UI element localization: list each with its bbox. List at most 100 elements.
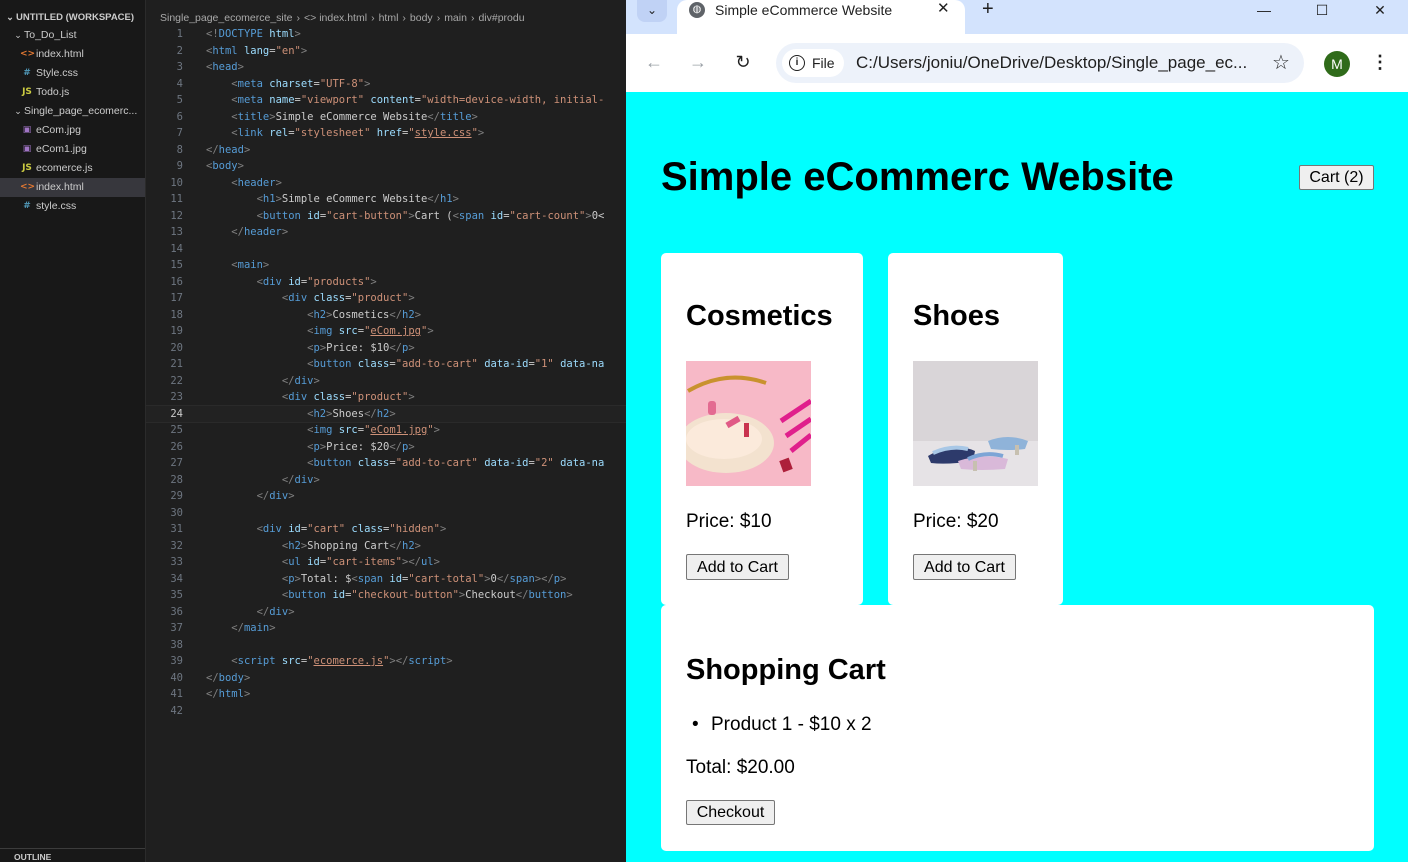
line-number: 28 [170,473,183,486]
file-item[interactable]: <> index.html [0,45,145,64]
breadcrumb-separator: › [470,12,475,24]
star-icon[interactable]: ☆ [1272,51,1290,75]
code-line[interactable]: 19 <img src="eCom.jpg"> [146,323,626,340]
line-number: 1 [176,28,183,40]
reload-icon[interactable]: ↻ [731,51,755,73]
forward-arrow-icon[interactable]: → [686,51,710,73]
code-line[interactable]: 4 <meta charset="UTF-8"> [146,76,626,93]
back-arrow-icon[interactable]: ← [642,51,666,73]
code-line[interactable]: 15 <main> [146,257,626,274]
code-line[interactable]: 6 <title>Simple eCommerce Website</title… [146,109,626,126]
code-line[interactable]: 22 </div> [146,373,626,390]
product-name: Cosmetics [686,300,833,332]
code-line[interactable]: 5 <meta name="viewport" content="width=d… [146,92,626,109]
line-text: <h2>Shoes</h2> [307,407,396,420]
code-line[interactable]: 24 <h2>Shoes</h2> [146,404,626,423]
maximize-button[interactable]: ☐ [1298,0,1346,20]
breadcrumb-item[interactable]: html [379,12,399,24]
code-line[interactable]: 33 <ul id="cart-items"></ul> [146,554,626,571]
code-line[interactable]: 31 <div id="cart" class="hidden"> [146,521,626,538]
more-menu-icon[interactable]: ⋮ [1370,50,1390,74]
cart-total: Total: $20.00 [686,757,795,778]
code-line[interactable]: 1 <!DOCTYPE html> [146,26,626,43]
code-line[interactable]: 16 <div id="products"> [146,274,626,291]
cart-button[interactable]: Cart (2) [1299,165,1374,190]
code-line[interactable]: 28 </div> [146,472,626,489]
code-line[interactable]: 12 <button id="cart-button">Cart (<span … [146,208,626,225]
code-line[interactable]: 39 <script src="ecomerce.js"></script> [146,653,626,670]
avatar[interactable]: M [1324,51,1350,77]
breadcrumb-item[interactable]: Single_page_ecomerce_site [160,12,293,24]
code-line[interactable]: 11 <h1>Simple eCommerc Website</h1> [146,191,626,208]
code-line[interactable]: 26 <p>Price: $20</p> [146,439,626,456]
add-to-cart-button[interactable]: Add to Cart [913,554,1016,580]
line-text: <button id="checkout-button">Checkout</b… [281,589,573,601]
breadcrumb-item[interactable]: body [410,12,433,24]
file-item[interactable]: JS Todo.js [0,83,145,102]
code-line[interactable]: 37 </main> [146,620,626,637]
close-icon[interactable]: ✕ [937,0,950,18]
code-line[interactable]: 27 <button class="add-to-cart" data-id="… [146,455,626,472]
line-text: <main> [231,259,270,271]
code-line[interactable]: 2 <html lang="en"> [146,43,626,60]
code-line[interactable]: 36 </div> [146,604,626,621]
code-line[interactable]: 9 <body> [146,158,626,175]
code-line[interactable]: 32 <h2>Shopping Cart</h2> [146,538,626,555]
line-text: <button class="add-to-cart" data-id="2" … [307,457,605,469]
code-line[interactable]: 17 <div class="product"> [146,290,626,307]
address-bar[interactable]: i File C:/Users/joniu/OneDrive/Desktop/S… [776,43,1304,83]
code-line[interactable]: 3 <head> [146,59,626,76]
line-number: 39 [170,655,183,667]
code-editor[interactable]: Single_page_ecomerce_site › <> index.html ›… [146,0,626,862]
file-item[interactable]: # Style.css [0,64,145,83]
code-line[interactable]: 7 <link rel="stylesheet" href="style.css… [146,125,626,142]
code-line[interactable]: 18 <h2>Cosmetics</h2> [146,307,626,324]
line-number: 30 [170,506,183,519]
line-text: <p>Total: $<span id="cart-total">0</span… [281,572,567,585]
tab-active[interactable]: ◍ Simple eCommerce Website ✕ [677,0,965,34]
minimize-button[interactable]: — [1240,0,1288,20]
breadcrumb-item[interactable]: div#produ [478,12,524,24]
url-text[interactable]: C:/Users/joniu/OneDrive/Desktop/Single_p… [856,53,1268,73]
code-line[interactable]: 25 <img src="eCom1.jpg"> [146,422,626,439]
breadcrumb-item[interactable]: main [444,12,467,24]
file-item[interactable]: JS ecomerce.js [0,159,145,178]
tab-search-button[interactable]: ⌄ [637,0,667,22]
file-item[interactable]: ▣ eCom.jpg [0,121,145,140]
code-line[interactable]: 13 </header> [146,224,626,241]
code-line[interactable]: 30 [146,505,626,522]
outline-section[interactable]: OUTLINE [0,848,145,862]
workspace-header[interactable]: ⌄ UNTITLED (WORKSPACE) [0,8,145,26]
line-number: 34 [170,572,183,585]
line-text: <p>Price: $20</p> [307,440,415,453]
code-line[interactable]: 10 <header> [146,175,626,192]
close-window-button[interactable]: ✕ [1356,0,1404,20]
code-lines[interactable]: 1 <!DOCTYPE html> 2 <html lang="en"> 3 <head>… [146,26,626,719]
code-line[interactable]: 42 [146,703,626,720]
line-text: </main> [231,622,276,634]
code-line[interactable]: 20 <p>Price: $10</p> [146,340,626,357]
cart-items-list: Product 1 - $10 x 2 [692,713,871,737]
code-line[interactable]: 14 [146,241,626,258]
line-number: 24 [170,407,183,420]
code-line[interactable]: 21 <button class="add-to-cart" data-id="… [146,356,626,373]
breadcrumb-item[interactable]: <> index.html [304,12,367,24]
code-line[interactable]: 34 <p>Total: $<span id="cart-total">0</s… [146,571,626,588]
folder-single-page-ecomerce[interactable]: ⌄ Single_page_ecomerc... [0,102,145,121]
file-item[interactable]: # style.css [0,197,145,216]
code-line[interactable]: 40 </body> [146,670,626,687]
add-to-cart-button[interactable]: Add to Cart [686,554,789,580]
code-line[interactable]: 8 </head> [146,142,626,159]
code-line[interactable]: 38 [146,637,626,654]
code-line[interactable]: 23 <div class="product"> [146,389,626,406]
line-text: <button class="add-to-cart" data-id="1" … [307,358,605,370]
site-info-chip[interactable]: i File [782,49,844,77]
file-item[interactable]: ▣ eCom1.jpg [0,140,145,159]
code-line[interactable]: 35 <button id="checkout-button">Checkout… [146,587,626,604]
file-item[interactable]: <> index.html [0,178,145,197]
checkout-button[interactable]: Checkout [686,800,775,825]
new-tab-button[interactable]: + [982,0,994,20]
code-line[interactable]: 41 </html> [146,686,626,703]
folder-to-do-list[interactable]: ⌄ To_Do_List [0,26,145,45]
code-line[interactable]: 29 </div> [146,488,626,505]
